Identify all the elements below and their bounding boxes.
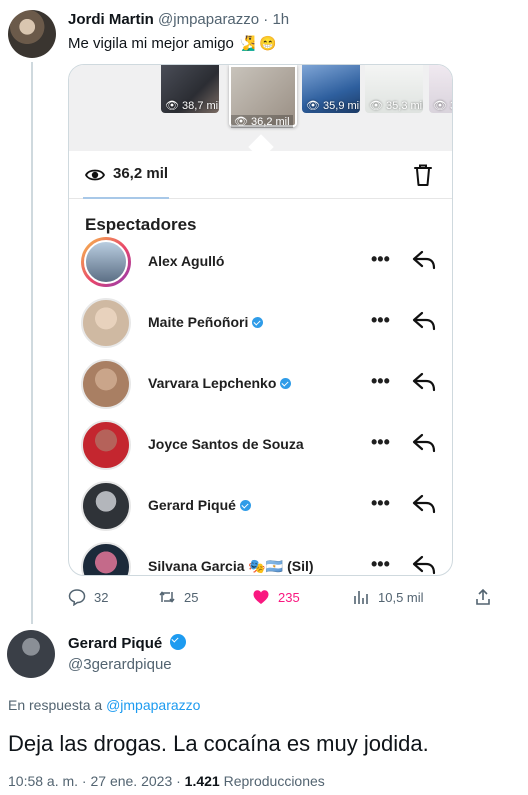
reply-to-link[interactable]: @jmpaparazzo [106,697,200,713]
viewer-name[interactable]: Silvana Garcia 🎭🇦🇷 (Sil) [148,558,314,575]
story-thumb: 👁 35,3 mil [365,65,423,113]
retweet-icon [159,591,175,603]
thumb-views-selected: 👁 36,2 mil [231,115,293,128]
like-count: 235 [278,589,300,605]
story-thumb: 👁 35,9 mil [302,65,360,113]
viewer-row[interactable]: Alex Agulló ••• [69,233,452,294]
viewer-row[interactable]: Silvana Garcia 🎭🇦🇷 (Sil) ••• [69,538,452,576]
avatar[interactable] [81,481,131,531]
verified-badge-icon [280,378,292,389]
tweet1-text: Me vigila mi mejor amigo 🧏‍♂️ 😁 [68,35,277,52]
verified-badge-icon [239,500,251,511]
avatar[interactable] [81,359,131,409]
more-options-icon[interactable]: ••• [371,249,390,270]
thread-line [31,62,33,624]
tweet1-action-bar: 32 25 235 10,5 mil [68,588,528,612]
avatar[interactable] [81,237,131,287]
more-options-icon[interactable]: ••• [371,310,390,331]
share-icon [476,588,490,605]
reply-icon[interactable] [411,554,437,576]
viewer-name[interactable]: Varvara Lepchenko [148,375,292,391]
tweet1-handle[interactable]: @jmpaparazzo [158,11,259,28]
story-thumb: 👁 36 [429,65,452,113]
views-button[interactable]: 10,5 mil [352,588,424,606]
tweet2-views-label: Reproducciones [223,773,325,789]
retweet-count: 25 [184,589,199,605]
heart-icon [253,590,269,604]
viewer-name[interactable]: Gerard Piqué [148,497,251,513]
tweet2-author-name[interactable]: Gerard Piqué [68,635,162,652]
retweet-button[interactable]: 25 [158,588,198,606]
views-count: 36,2 mil [113,165,169,182]
reply-count: 32 [94,589,109,605]
like-button[interactable]: 235 [252,588,300,606]
tweet2-meta: 10:58 a. m. · 27 ene. 2023 · 1.421 Repro… [8,773,325,789]
comment-icon [68,589,86,606]
reply-icon[interactable] [411,371,437,393]
avatar-gerard[interactable] [7,630,55,678]
tweet1-text-body: Me vigila mi mejor amigo [68,35,234,52]
viewer-name[interactable]: Alex Agulló [148,253,225,269]
verified-badge-icon [170,634,187,650]
thumb-views: 👁 36 [433,100,452,112]
reply-context: En respuesta a @jmpaparazzo [8,697,200,713]
more-options-icon[interactable]: ••• [371,371,390,392]
viewer-row[interactable]: Maite Peñoñori ••• [69,294,452,355]
avatar[interactable] [81,420,131,470]
tweet1-author-name[interactable]: Jordi Martin [68,11,154,28]
views-underline [83,197,169,199]
tweet1-header: Jordi Martin @jmpaparazzo · 1h [68,11,290,28]
tweet2-author: Gerard Piqué [68,634,187,652]
more-options-icon[interactable]: ••• [371,432,390,453]
spectators-title: Espectadores [85,215,197,234]
reply-icon[interactable] [411,493,437,515]
reply-button[interactable]: 32 [68,588,108,606]
more-options-icon[interactable]: ••• [371,493,390,514]
avatar-jordi[interactable] [8,10,56,58]
tweet1-time[interactable]: 1h [272,11,289,28]
reply-icon[interactable] [411,249,437,271]
reply-icon[interactable] [411,310,437,332]
more-options-icon[interactable]: ••• [371,554,390,575]
verified-badge-icon [252,317,264,328]
tweet2-timestamp[interactable]: 10:58 a. m. · 27 ene. 2023 · [8,773,181,789]
tweet-image[interactable]: 👁 38,7 mil 👁 36,2 mil 👁 35,9 mil 👁 35,3 … [68,64,453,576]
analytics-icon [354,591,368,604]
avatar[interactable] [81,298,131,348]
story-thumb: 👁 38,7 mil [161,65,219,113]
viewer-name[interactable]: Joyce Santos de Souza [148,436,304,452]
reply-prefix: En respuesta a [8,697,103,713]
tweet2-views-count: 1.421 [184,773,220,789]
tweet2-handle[interactable]: @3gerardpique [68,656,172,673]
eye-icon [85,169,105,181]
viewer-row[interactable]: Joyce Santos de Souza ••• [69,416,452,477]
story-thumbnails: 👁 38,7 mil 👁 36,2 mil 👁 35,9 mil 👁 35,3 … [69,65,452,160]
tweet1-emojis: 🧏‍♂️ 😁 [238,35,277,51]
avatar[interactable] [81,542,131,575]
tweet2-text: Deja las drogas. La cocaína es muy jodid… [8,731,429,756]
views-count-tweet1: 10,5 mil [378,589,424,605]
views-row: 36,2 mil [69,151,452,199]
trash-icon[interactable] [413,163,433,187]
reply-icon[interactable] [411,432,437,454]
viewer-row[interactable]: Gerard Piqué ••• [69,477,452,538]
viewer-name[interactable]: Maite Peñoñori [148,314,264,330]
thumb-views: 👁 35,9 mil [306,100,360,112]
share-button[interactable] [474,588,492,606]
thumb-views: 👁 38,7 mil [165,100,219,112]
viewer-row[interactable]: Varvara Lepchenko ••• [69,355,452,416]
thumb-views: 👁 35,3 mil [369,100,423,112]
